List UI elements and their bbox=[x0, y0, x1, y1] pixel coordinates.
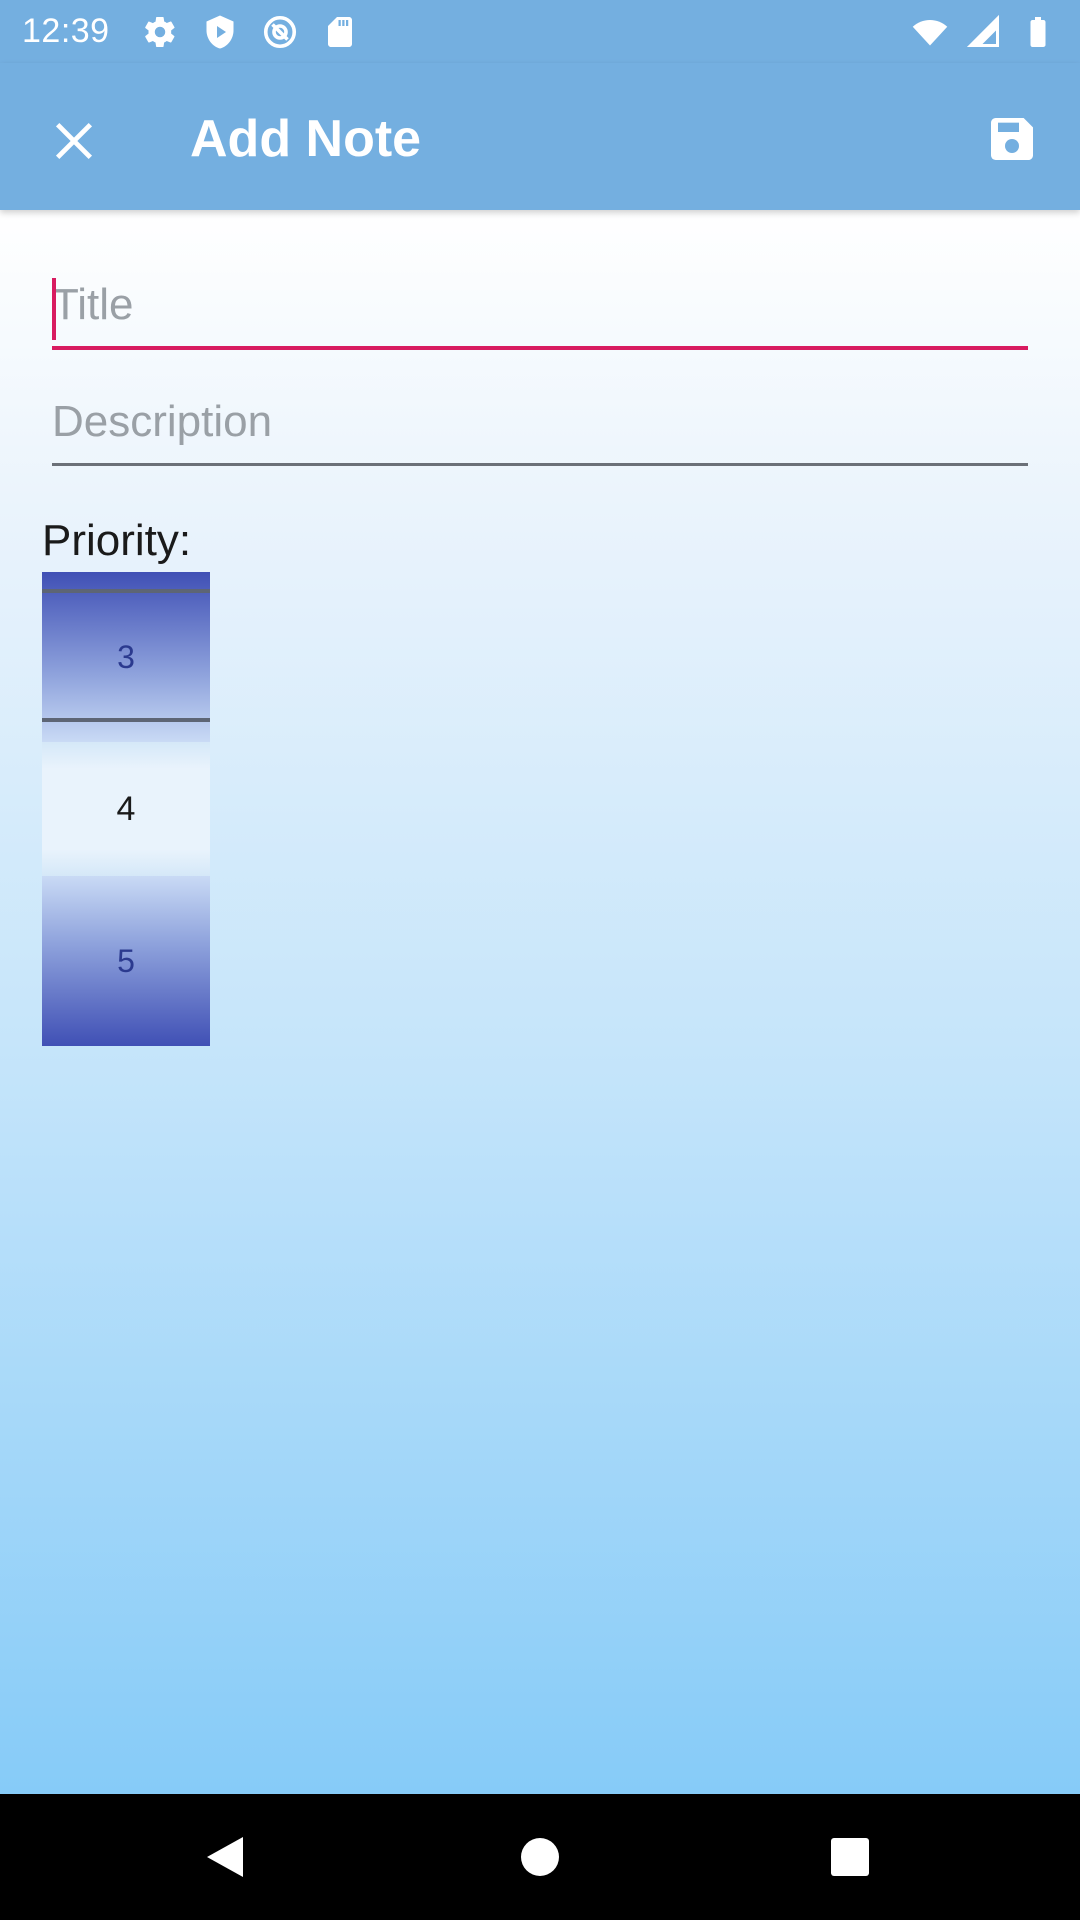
signal-icon bbox=[964, 12, 1004, 52]
shield-play-icon bbox=[200, 12, 240, 52]
settings-icon bbox=[140, 12, 180, 52]
home-icon bbox=[520, 1837, 560, 1877]
title-input[interactable] bbox=[52, 270, 1028, 350]
recents-button[interactable] bbox=[817, 1824, 883, 1890]
status-bar: 12:39 bbox=[0, 0, 1080, 63]
save-button[interactable] bbox=[974, 101, 1050, 177]
back-button[interactable] bbox=[192, 1824, 258, 1890]
picker-value-current: 4 bbox=[116, 789, 136, 828]
note-form: Priority: 3 4 5 bbox=[0, 210, 1080, 1794]
status-right bbox=[910, 12, 1058, 52]
status-left: 12:39 bbox=[22, 12, 360, 52]
picker-item-previous[interactable]: 3 bbox=[42, 572, 210, 742]
home-button[interactable] bbox=[507, 1824, 573, 1890]
picker-item-next[interactable]: 5 bbox=[42, 876, 210, 1046]
navigation-bar bbox=[0, 1794, 1080, 1920]
save-icon bbox=[984, 111, 1040, 167]
close-icon bbox=[52, 119, 96, 163]
sd-card-icon bbox=[320, 12, 360, 52]
close-button[interactable] bbox=[36, 103, 111, 178]
wifi-icon bbox=[910, 12, 950, 52]
picker-item-current[interactable]: 4 bbox=[42, 742, 210, 876]
picker-divider-top bbox=[42, 589, 210, 593]
priority-picker[interactable]: 3 4 5 bbox=[42, 572, 210, 1046]
app-bar: Add Note bbox=[0, 63, 1080, 210]
at-icon bbox=[260, 12, 300, 52]
battery-icon bbox=[1018, 12, 1058, 52]
recents-icon bbox=[830, 1837, 870, 1877]
picker-value-previous: 3 bbox=[117, 638, 135, 675]
picker-divider-bottom bbox=[42, 718, 210, 722]
back-icon bbox=[203, 1833, 247, 1881]
status-time: 12:39 bbox=[22, 12, 110, 50]
picker-value-next: 5 bbox=[117, 942, 135, 979]
description-input[interactable] bbox=[52, 386, 1028, 466]
text-cursor bbox=[52, 278, 56, 340]
page-title: Add Note bbox=[190, 110, 422, 168]
priority-label: Priority: bbox=[42, 516, 192, 565]
